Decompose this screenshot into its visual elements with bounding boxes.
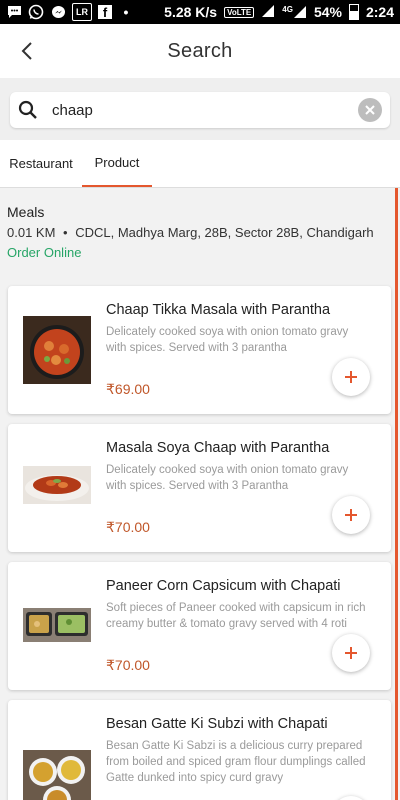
linkedin-icon: LR <box>72 3 92 21</box>
status-bar: LR f • 5.28 K/s VoLTE 4G 54% 2:24 <box>0 0 400 24</box>
product-name: Masala Soya Chaap with Parantha <box>106 440 330 456</box>
product-image <box>23 454 91 522</box>
product-name: Besan Gatte Ki Subzi with Chapati <box>106 716 328 732</box>
order-online-status[interactable]: Order Online <box>7 245 387 260</box>
back-button[interactable] <box>8 32 46 70</box>
product-description: Delicately cooked soya with onion tomato… <box>106 464 349 492</box>
signal-4g-icon: 4G <box>282 5 307 19</box>
plus-icon <box>345 371 357 383</box>
signal-icon <box>261 4 275 21</box>
status-right: 5.28 K/s VoLTE 4G 54% 2:24 <box>164 4 394 21</box>
restaurant-info[interactable]: Meals 0.01 KM • CDCL, Madhya Marg, 28B, … <box>7 204 387 260</box>
whatsapp-icon <box>28 4 44 20</box>
search-icon <box>18 100 37 119</box>
search-bar-container <box>0 78 400 140</box>
add-to-cart-button[interactable] <box>332 358 370 396</box>
product-image <box>23 592 91 660</box>
product-card[interactable]: Chaap Tikka Masala with Parantha Delicat… <box>8 286 391 414</box>
product-image <box>23 316 91 384</box>
more-notifications-icon: • <box>123 4 129 20</box>
scroll-indicator <box>395 188 398 800</box>
network-type: 4G <box>282 5 293 14</box>
product-description: Delicately cooked soya with onion tomato… <box>106 326 349 354</box>
messages-icon <box>6 4 22 20</box>
meta-separator: • <box>63 225 68 240</box>
product-image <box>23 750 91 800</box>
plus-icon <box>345 509 357 521</box>
product-description: Besan Gatte Ki Sabzi is a delicious curr… <box>106 740 366 784</box>
app-header: Search <box>0 24 400 78</box>
close-icon <box>365 105 375 115</box>
facebook-icon: f <box>98 5 112 20</box>
search-input[interactable] <box>50 100 358 120</box>
tab-restaurant[interactable]: Restaurant <box>0 140 82 187</box>
restaurant-distance: 0.01 KM <box>7 225 56 240</box>
volte-icon: VoLTE <box>224 6 255 18</box>
product-price: ₹70.00 <box>106 657 150 673</box>
messenger-icon <box>50 4 66 20</box>
restaurant-name: Meals <box>7 204 45 220</box>
search-box <box>10 92 390 128</box>
battery-icon <box>348 4 359 20</box>
network-speed: 5.28 K/s <box>164 4 218 20</box>
product-price: ₹70.00 <box>106 519 150 535</box>
product-name: Paneer Corn Capsicum with Chapati <box>106 578 341 594</box>
search-tabs: Restaurant Product <box>0 140 400 188</box>
product-description: Soft pieces of Paneer cooked with capsic… <box>106 602 366 630</box>
page-title: Search <box>167 39 233 62</box>
product-price: ₹69.00 <box>106 381 150 397</box>
restaurant-address: CDCL, Madhya Marg, 28B, Sector 28B, Chan… <box>75 225 374 240</box>
product-card[interactable]: Besan Gatte Ki Subzi with Chapati Besan … <box>8 700 391 800</box>
clock: 2:24 <box>365 4 394 20</box>
add-to-cart-button[interactable] <box>332 496 370 534</box>
tab-product[interactable]: Product <box>82 140 152 187</box>
restaurant-meta: 0.01 KM • CDCL, Madhya Marg, 28B, Sector… <box>7 225 387 240</box>
plus-icon <box>345 647 357 659</box>
add-to-cart-button[interactable] <box>332 796 370 800</box>
results-list[interactable]: Meals 0.01 KM • CDCL, Madhya Marg, 28B, … <box>0 188 400 800</box>
battery-percent: 54% <box>313 4 342 20</box>
product-card[interactable]: Paneer Corn Capsicum with Chapati Soft p… <box>8 562 391 690</box>
back-arrow-icon <box>21 42 32 60</box>
clear-search-button[interactable] <box>358 98 382 122</box>
notification-icons: LR f • <box>6 3 134 21</box>
product-name: Chaap Tikka Masala with Parantha <box>106 302 331 318</box>
product-card[interactable]: Masala Soya Chaap with Parantha Delicate… <box>8 424 391 552</box>
add-to-cart-button[interactable] <box>332 634 370 672</box>
